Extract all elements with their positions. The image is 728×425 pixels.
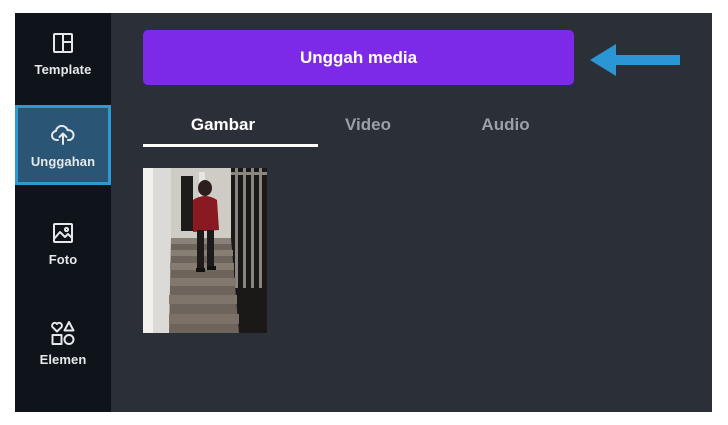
tab-audio[interactable]: Audio: [438, 101, 573, 149]
active-tab-indicator: [143, 144, 318, 147]
pointer-arrow-icon: [590, 44, 680, 76]
sidebar-item-label: Template: [34, 61, 92, 77]
media-tabs: Gambar Video Audio: [143, 101, 593, 151]
sidebar-item-template[interactable]: Template: [15, 13, 111, 93]
template-icon: [50, 30, 76, 56]
tab-video[interactable]: Video: [303, 101, 433, 149]
sidebar-item-foto[interactable]: Foto: [15, 203, 111, 283]
staircase-photo: [143, 168, 267, 333]
sidebar-item-elemen[interactable]: Elemen: [15, 303, 111, 383]
cloud-upload-icon: [50, 122, 76, 148]
tab-gambar[interactable]: Gambar: [143, 101, 303, 149]
elements-icon: [50, 320, 76, 346]
photo-icon: [50, 220, 76, 246]
editor-panel: Template Unggahan Foto Elemen Unggah med…: [15, 13, 712, 412]
sidebar: Template Unggahan Foto Elemen: [15, 13, 111, 412]
sidebar-item-label: Unggahan: [30, 153, 96, 169]
sidebar-item-unggahan[interactable]: Unggahan: [15, 105, 111, 185]
uploaded-image-thumbnail[interactable]: [143, 168, 267, 333]
sidebar-item-label: Foto: [48, 251, 78, 267]
upload-media-button[interactable]: Unggah media: [143, 30, 574, 85]
sidebar-item-label: Elemen: [39, 351, 87, 367]
